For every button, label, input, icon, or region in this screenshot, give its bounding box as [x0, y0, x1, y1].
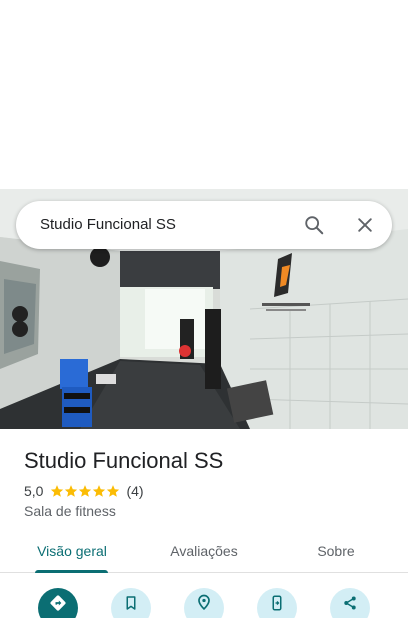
active-tab-indicator [35, 570, 108, 573]
send-to-phone-icon [272, 595, 282, 610]
bookmark-icon [126, 595, 136, 610]
search-icon[interactable] [302, 213, 326, 237]
star-icon [93, 485, 106, 497]
rating-value: 5,0 [24, 483, 44, 499]
directions-icon [50, 594, 66, 611]
send-to-phone-button[interactable] [257, 588, 297, 618]
share-button[interactable] [330, 588, 370, 618]
rating-stars [50, 484, 120, 498]
review-count[interactable]: (4) [126, 483, 143, 499]
save-button[interactable] [111, 588, 151, 618]
star-icon [65, 485, 78, 497]
star-icon [79, 485, 92, 497]
search-bar[interactable]: Studio Funcional SS [16, 201, 392, 249]
nearby-pin-icon [198, 594, 210, 610]
place-category: Sala de fitness [24, 503, 116, 519]
tab-reviews[interactable]: Avaliações [156, 530, 252, 572]
directions-button[interactable] [38, 588, 78, 618]
rating-row[interactable]: 5,0 (4) [24, 482, 144, 500]
tab-bar: Visão geral Avaliações Sobre [0, 530, 408, 573]
place-title: Studio Funcional SS [24, 448, 224, 473]
nearby-button[interactable] [184, 588, 224, 618]
search-input[interactable]: Studio Funcional SS [40, 216, 176, 233]
tab-overview[interactable]: Visão geral [24, 530, 120, 572]
star-icon [107, 485, 120, 497]
star-icon [51, 485, 64, 497]
action-buttons [0, 588, 408, 618]
close-icon[interactable] [353, 213, 377, 237]
tab-about[interactable]: Sobre [288, 530, 384, 572]
share-icon [344, 596, 356, 609]
